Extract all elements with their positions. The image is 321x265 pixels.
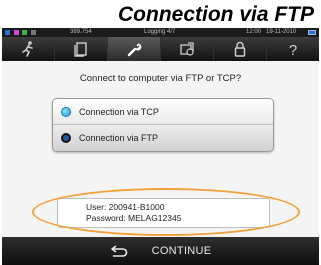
program-icon bbox=[22, 41, 33, 57]
tab-documents[interactable] bbox=[55, 37, 108, 61]
wrench-icon bbox=[127, 43, 142, 57]
back-arrow-icon bbox=[110, 245, 127, 257]
status-date: 19-11-2010 bbox=[266, 29, 297, 35]
indicator-icon bbox=[13, 30, 19, 35]
connection-prompt: Connect to computer via FTP or TCP? bbox=[79, 73, 242, 84]
log-transfer-icon bbox=[180, 42, 194, 56]
indicator-icon bbox=[22, 30, 28, 35]
tab-program[interactable] bbox=[2, 37, 55, 61]
device-screen: 389.754 Logging 4/7 12:00 19-11-2010 ? C… bbox=[2, 28, 319, 265]
ftp-password: Password: MELAG12345 bbox=[86, 213, 182, 223]
continue-button[interactable]: CONTINUE bbox=[2, 237, 319, 265]
radio-unselected-icon bbox=[61, 106, 71, 117]
status-indicators bbox=[5, 30, 38, 35]
option-ftp-label: Connection via FTP bbox=[79, 133, 159, 143]
page-title: Connection via FTP bbox=[118, 3, 315, 26]
lock-icon bbox=[234, 41, 246, 57]
credentials-box: User: 200941-B1000 Password: MELAG12345 bbox=[57, 198, 270, 228]
tab-settings[interactable] bbox=[108, 37, 161, 61]
battery-icon bbox=[308, 30, 316, 35]
status-center-text: Logging 4/7 bbox=[144, 29, 176, 35]
ftp-user: User: 200941-B1000 bbox=[86, 202, 165, 212]
tab-help[interactable]: ? bbox=[267, 37, 319, 61]
help-icon: ? bbox=[289, 42, 297, 58]
svg-text:?: ? bbox=[289, 42, 297, 58]
main-toolbar: ? bbox=[2, 37, 319, 61]
continue-label: CONTINUE bbox=[151, 245, 212, 257]
option-ftp[interactable]: Connection via FTP bbox=[53, 125, 273, 151]
tab-log-transfer[interactable] bbox=[161, 37, 214, 61]
connection-options: Connection via TCP Connection via FTP bbox=[52, 98, 274, 152]
indicator-icon bbox=[31, 30, 37, 35]
document-icon bbox=[74, 42, 87, 57]
status-time: 12:00 bbox=[246, 29, 262, 35]
bottom-bar: CONTINUE bbox=[2, 237, 319, 265]
radio-selected-icon bbox=[61, 133, 71, 143]
status-left-value: 389.754 bbox=[70, 29, 92, 35]
option-tcp-label: Connection via TCP bbox=[79, 106, 159, 117]
tab-lock[interactable] bbox=[214, 37, 267, 61]
option-tcp[interactable]: Connection via TCP bbox=[53, 99, 273, 125]
indicator-icon bbox=[5, 30, 10, 35]
status-bar: 389.754 Logging 4/7 12:00 19-11-2010 bbox=[2, 28, 319, 37]
